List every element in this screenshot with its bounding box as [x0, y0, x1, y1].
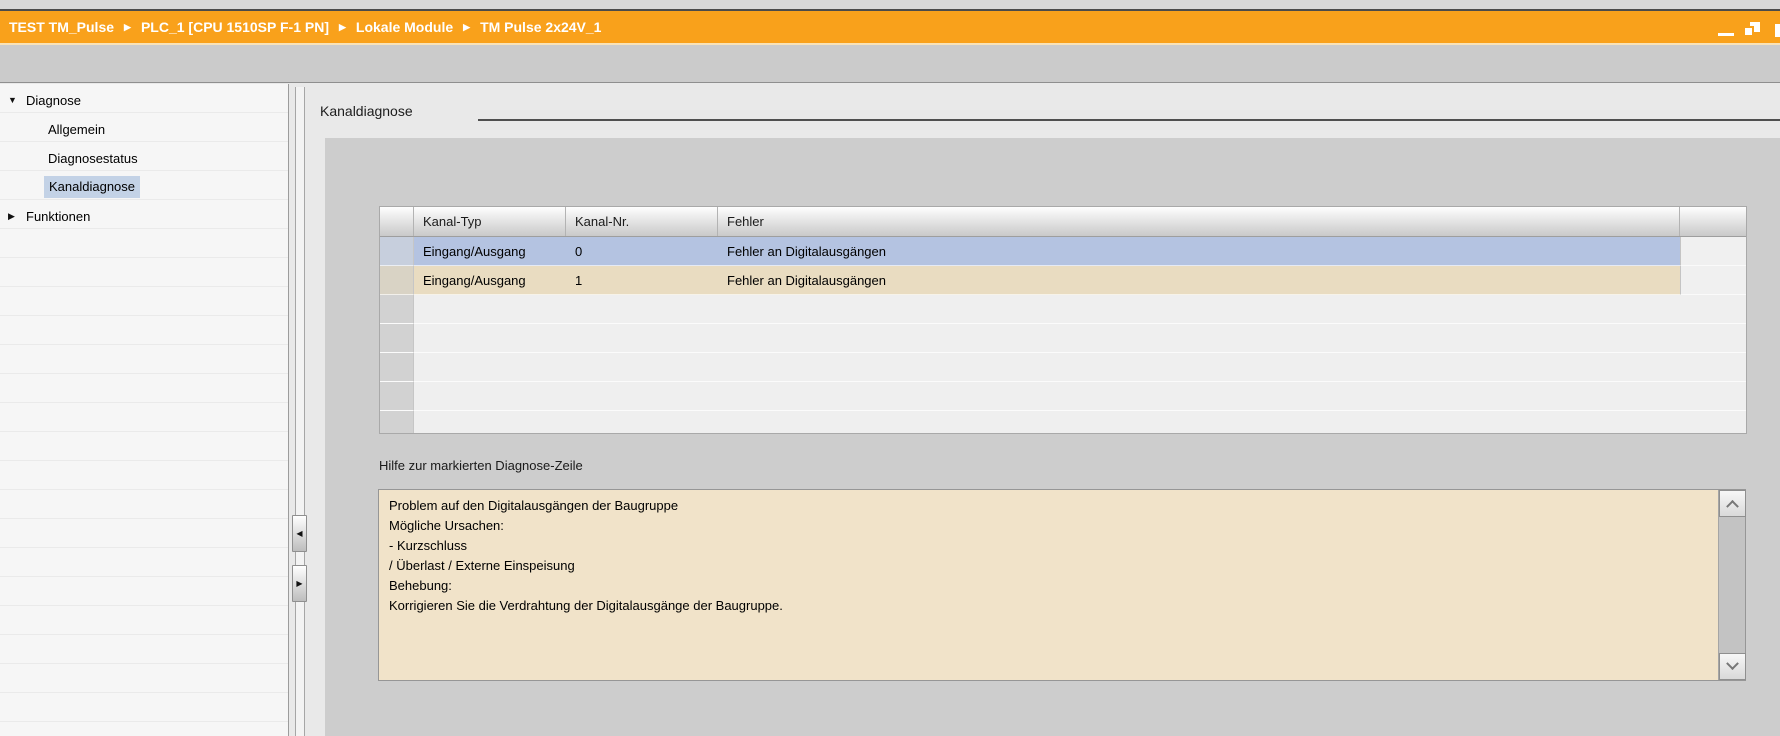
- table-row-empty: [380, 295, 1746, 324]
- row-selector-cell: [380, 411, 414, 433]
- sidebar-item-label: Diagnosestatus: [48, 151, 138, 166]
- cell-empty: [1680, 411, 1746, 433]
- title-bar: TEST TM_Pulse ▶ PLC_1 [CPU 1510SP F-1 PN…: [0, 9, 1780, 43]
- chevron-right-icon[interactable]: ▶: [8, 202, 15, 231]
- cell-empty: [414, 295, 566, 324]
- breadcrumb-local-modules[interactable]: Lokale Module: [356, 19, 453, 35]
- help-line: / Überlast / Externe Einspeisung: [389, 558, 575, 573]
- help-text: Problem auf den Digitalausgängen der Bau…: [379, 490, 1745, 622]
- sidebar-item-funktionen[interactable]: ▶ Funktionen: [0, 202, 288, 231]
- cell-empty: [566, 324, 718, 353]
- table-row-empty: [380, 411, 1746, 433]
- page-title: Kanaldiagnose: [320, 103, 413, 119]
- sidebar-item-kanaldiagnose[interactable]: Kanaldiagnose: [0, 173, 288, 202]
- cell-kanal-typ: Eingang/Ausgang: [414, 237, 566, 266]
- diagnostics-tree: ▼ Diagnose Allgemein Diagnosestatus Kana…: [0, 84, 288, 736]
- heading-rule: [478, 119, 1780, 121]
- breadcrumb-arrow-icon: ▶: [124, 21, 131, 32]
- splitter-collapse-right-button[interactable]: ▶: [292, 565, 307, 602]
- column-header-fehler[interactable]: Fehler: [718, 207, 1680, 236]
- chevron-down-icon: [1726, 657, 1739, 671]
- cell-empty: [566, 382, 718, 411]
- row-selector-cell: [380, 353, 414, 382]
- pane-splitter[interactable]: [295, 87, 305, 736]
- table-row-channel-0[interactable]: Eingang/Ausgang 0 Fehler an Digitalausgä…: [380, 237, 1746, 266]
- cell-empty: [566, 295, 718, 324]
- column-header-kanal-typ[interactable]: Kanal-Typ: [414, 207, 566, 236]
- help-scrollbar[interactable]: [1718, 490, 1746, 680]
- column-header-kanal-nr[interactable]: Kanal-Nr.: [566, 207, 718, 236]
- cell-empty: [1680, 295, 1746, 324]
- cell-empty: [1680, 353, 1746, 382]
- help-section-label: Hilfe zur markierten Diagnose-Zeile: [379, 458, 583, 473]
- table-header-row: Kanal-Typ Kanal-Nr. Fehler: [380, 207, 1746, 237]
- help-line: Korrigieren Sie die Verdrahtung der Digi…: [389, 598, 783, 613]
- breadcrumb-plc[interactable]: PLC_1 [CPU 1510SP F-1 PN]: [141, 19, 329, 35]
- pane-header-band: [0, 45, 1780, 83]
- table-row-empty: [380, 382, 1746, 411]
- cell-empty: [566, 353, 718, 382]
- row-selector-cell: [380, 324, 414, 353]
- chevron-up-icon: [1726, 499, 1739, 513]
- help-line: - Kurzschluss: [389, 538, 468, 553]
- cell-empty: [1680, 382, 1746, 411]
- scroll-up-button[interactable]: [1719, 490, 1746, 517]
- triangle-right-icon: ▶: [296, 579, 303, 588]
- cell-empty: [414, 324, 566, 353]
- close-button-clipped[interactable]: [1775, 24, 1780, 37]
- sidebar-item-label: Allgemein: [48, 122, 106, 137]
- cell-kanal-nr: 1: [566, 266, 718, 295]
- cell-kanal-typ: Eingang/Ausgang: [414, 266, 566, 295]
- minimize-button[interactable]: [1718, 33, 1734, 36]
- restore-button[interactable]: [1743, 22, 1760, 37]
- sidebar-item-label: Funktionen: [26, 209, 91, 224]
- cell-empty: [1680, 324, 1746, 353]
- row-selector-cell: [380, 382, 414, 411]
- help-line: Mögliche Ursachen:: [389, 518, 504, 533]
- splitter-collapse-left-button[interactable]: ◀: [292, 515, 307, 552]
- row-selector-cell: [380, 295, 414, 324]
- sidebar-item-label: Kanaldiagnose: [44, 176, 141, 198]
- sidebar-item-allgemein[interactable]: Allgemein: [0, 115, 288, 144]
- cell-empty: [718, 295, 1680, 324]
- breadcrumb-module[interactable]: TM Pulse 2x24V_1: [480, 19, 601, 35]
- breadcrumb-project[interactable]: TEST TM_Pulse: [9, 19, 114, 35]
- breadcrumb-arrow-icon: ▶: [338, 21, 346, 32]
- cell-fehler: Fehler an Digitalausgängen: [718, 266, 1680, 295]
- row-selector-cell[interactable]: [380, 266, 414, 295]
- row-selector-cell[interactable]: [380, 237, 414, 266]
- help-line: Problem auf den Digitalausgängen der Bau…: [389, 498, 679, 513]
- sidebar-item-diagnose[interactable]: ▼ Diagnose: [0, 86, 288, 115]
- chevron-down-icon[interactable]: ▼: [8, 86, 17, 115]
- cell-empty: [718, 324, 1680, 353]
- cell-empty: [566, 411, 718, 433]
- cell-empty: [718, 353, 1680, 382]
- cell-empty: [718, 382, 1680, 411]
- table-row-channel-1[interactable]: Eingang/Ausgang 1 Fehler an Digitalausgä…: [380, 266, 1746, 295]
- sidebar-item-diagnosestatus[interactable]: Diagnosestatus: [0, 144, 288, 173]
- channel-diagnosis-table: Kanal-Typ Kanal-Nr. Fehler Eingang/Ausga…: [379, 206, 1747, 434]
- cell-fehler: Fehler an Digitalausgängen: [718, 237, 1680, 266]
- cell-empty: [414, 353, 566, 382]
- table-row-empty: [380, 353, 1746, 382]
- tia-inspector-window: TEST TM_Pulse ▶ PLC_1 [CPU 1510SP F-1 PN…: [0, 0, 1780, 736]
- cell-empty: [414, 382, 566, 411]
- cell-empty: [1680, 266, 1746, 295]
- restore-icon: [1743, 26, 1754, 37]
- column-header-empty: [1680, 207, 1746, 236]
- cell-kanal-nr: 0: [566, 237, 718, 266]
- triangle-left-icon: ◀: [296, 529, 303, 538]
- cell-empty: [414, 411, 566, 433]
- window-top-strip: [0, 0, 1780, 9]
- table-row-empty: [380, 324, 1746, 353]
- scroll-down-button[interactable]: [1719, 653, 1746, 680]
- breadcrumb-arrow-icon: ▶: [463, 21, 471, 32]
- header-selector-cell: [380, 207, 414, 236]
- cell-empty: [718, 411, 1680, 433]
- diagnosis-help-box: Problem auf den Digitalausgängen der Bau…: [378, 489, 1746, 681]
- help-line: Behebung:: [389, 578, 452, 593]
- cell-empty: [1680, 237, 1746, 266]
- sidebar-item-label: Diagnose: [26, 93, 81, 108]
